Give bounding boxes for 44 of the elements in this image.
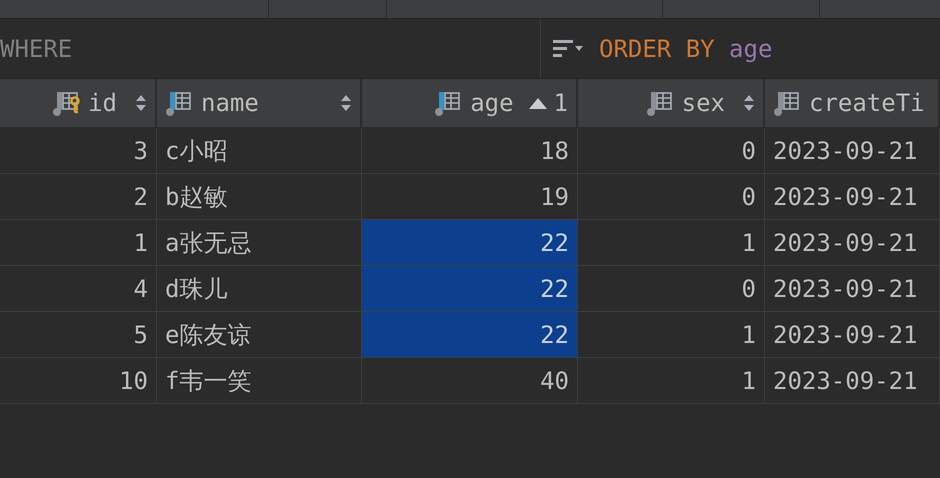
order-by-clause[interactable]: ORDER BY age [599,34,772,62]
column-header[interactable]: name [157,79,362,128]
table-cell: 5 [0,312,157,358]
key-column-icon [52,89,82,117]
table-cell: 2023-09-21 [765,128,940,174]
table-cell: 22 [362,266,578,312]
table-cell: 18 [362,128,578,174]
sort-arrows-icon[interactable] [340,93,352,113]
table-cell: d珠儿 [157,266,362,312]
table-cell: 10 [0,358,157,404]
table-cell: 4 [0,266,157,312]
table-cell: 1 [578,358,765,404]
column-header[interactable]: sex [578,79,765,128]
table-cell: e陈友谅 [157,312,362,358]
table-cell: 19 [362,174,578,220]
table-cell: 40 [362,358,578,404]
table-cell: 1 [578,220,765,266]
table-cell: 2023-09-21 [765,266,940,312]
table-cell: c小昭 [157,128,362,174]
table-cell: f韦一笑 [157,358,362,404]
table-cell: 22 [362,220,578,266]
sort-arrows-icon[interactable] [135,93,147,113]
column-header[interactable]: createTi [765,79,940,128]
table-cell: 0 [578,174,765,220]
table-cell: 1 [0,220,157,266]
table-cell: a张无忌 [157,220,362,266]
sort-icon[interactable] [553,38,585,60]
table-cell: 1 [578,312,765,358]
table-cell: 2023-09-21 [765,220,940,266]
column-header[interactable]: id [0,79,157,128]
table-cell: 2023-09-21 [765,312,940,358]
table-cell: 2023-09-21 [765,174,940,220]
column-header[interactable]: age 1 [362,79,578,128]
table-cell: 0 [578,266,765,312]
table-cell: b赵敏 [157,174,362,220]
sort-rank: 1 [554,89,568,117]
sort-ascending-icon[interactable] [528,96,548,110]
table-cell: 2023-09-21 [765,358,940,404]
table-cell: 2 [0,174,157,220]
where-placeholder[interactable]: WHERE [0,34,72,62]
table-cell: 3 [0,128,157,174]
sort-arrows-icon[interactable] [743,93,755,113]
table-cell: 22 [362,312,578,358]
table-cell: 0 [578,128,765,174]
